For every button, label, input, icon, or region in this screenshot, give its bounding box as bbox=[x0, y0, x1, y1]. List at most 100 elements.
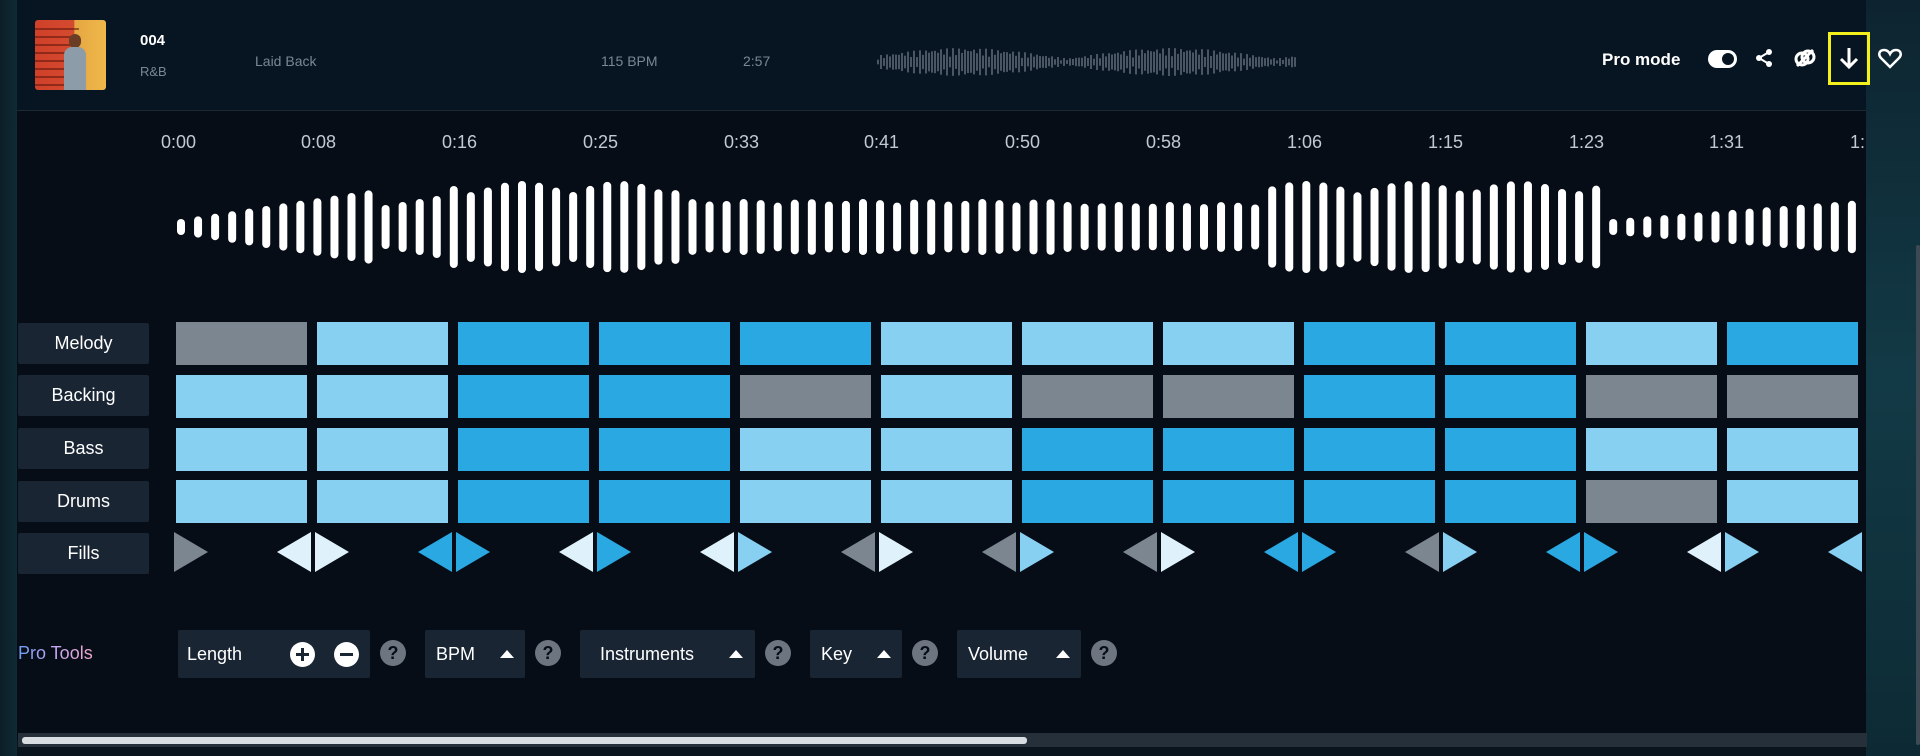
section-cell-melody[interactable] bbox=[317, 322, 448, 365]
fill-in-arrow[interactable] bbox=[559, 532, 593, 572]
download-icon[interactable] bbox=[1835, 44, 1863, 72]
instruments-dropdown[interactable]: Instruments bbox=[580, 630, 755, 678]
mini-waveform[interactable] bbox=[877, 42, 1297, 82]
section-cell-drums[interactable] bbox=[1445, 480, 1576, 523]
fill-in-arrow[interactable] bbox=[841, 532, 875, 572]
fill-out-arrow[interactable] bbox=[174, 532, 208, 572]
section-cell-drums[interactable] bbox=[1727, 480, 1858, 523]
section-cell-backing[interactable] bbox=[176, 375, 307, 418]
section-cell-backing[interactable] bbox=[1304, 375, 1435, 418]
section-cell-bass[interactable] bbox=[1163, 428, 1294, 471]
volume-dropdown[interactable]: Volume bbox=[957, 630, 1081, 678]
fill-out-arrow[interactable] bbox=[1443, 532, 1477, 572]
length-increase-button[interactable] bbox=[290, 642, 315, 667]
section-cell-drums[interactable] bbox=[458, 480, 589, 523]
section-cell-bass[interactable] bbox=[317, 428, 448, 471]
section-cell-backing[interactable] bbox=[317, 375, 448, 418]
fill-in-arrow[interactable] bbox=[1405, 532, 1439, 572]
section-cell-drums[interactable] bbox=[1586, 480, 1717, 523]
section-cell-melody[interactable] bbox=[740, 322, 871, 365]
section-cell-backing[interactable] bbox=[740, 375, 871, 418]
section-cell-drums[interactable] bbox=[599, 480, 730, 523]
section-cell-backing[interactable] bbox=[1163, 375, 1294, 418]
section-cell-drums[interactable] bbox=[1304, 480, 1435, 523]
fill-in-arrow[interactable] bbox=[982, 532, 1016, 572]
section-cell-drums[interactable] bbox=[881, 480, 1012, 523]
section-cell-backing[interactable] bbox=[1727, 375, 1858, 418]
fill-in-arrow[interactable] bbox=[1264, 532, 1298, 572]
fill-out-arrow[interactable] bbox=[1161, 532, 1195, 572]
fill-out-arrow[interactable] bbox=[1302, 532, 1336, 572]
page-scrollbar[interactable] bbox=[1916, 245, 1920, 745]
section-cell-melody[interactable] bbox=[1304, 322, 1435, 365]
caret-up-icon bbox=[1056, 650, 1070, 658]
heart-icon[interactable] bbox=[1876, 44, 1904, 72]
section-cell-melody[interactable] bbox=[1022, 322, 1153, 365]
fill-out-arrow[interactable] bbox=[738, 532, 772, 572]
section-cell-bass[interactable] bbox=[599, 428, 730, 471]
fill-in-arrow[interactable] bbox=[1123, 532, 1157, 572]
section-cell-drums[interactable] bbox=[317, 480, 448, 523]
section-cell-backing[interactable] bbox=[1022, 375, 1153, 418]
fill-out-arrow[interactable] bbox=[1725, 532, 1759, 572]
fill-in-arrow[interactable] bbox=[418, 532, 452, 572]
fill-in-arrow[interactable] bbox=[700, 532, 734, 572]
main-waveform[interactable] bbox=[172, 175, 1865, 280]
bpm-dropdown[interactable]: BPM bbox=[425, 630, 525, 678]
section-cell-drums[interactable] bbox=[1022, 480, 1153, 523]
section-cell-melody[interactable] bbox=[458, 322, 589, 365]
fill-out-arrow[interactable] bbox=[456, 532, 490, 572]
section-cell-backing[interactable] bbox=[1445, 375, 1576, 418]
section-cell-backing[interactable] bbox=[599, 375, 730, 418]
section-cell-backing[interactable] bbox=[1586, 375, 1717, 418]
track-duration: 2:57 bbox=[743, 53, 771, 69]
horizontal-scrollbar-thumb[interactable] bbox=[22, 737, 1027, 744]
section-cell-drums[interactable] bbox=[1163, 480, 1294, 523]
length-help-icon[interactable]: ? bbox=[380, 640, 406, 666]
volume-help-icon[interactable]: ? bbox=[1091, 640, 1117, 666]
instruments-help-icon[interactable]: ? bbox=[765, 640, 791, 666]
section-cell-melody[interactable] bbox=[176, 322, 307, 365]
fill-out-arrow[interactable] bbox=[315, 532, 349, 572]
fill-out-arrow[interactable] bbox=[879, 532, 913, 572]
pro-mode-toggle[interactable] bbox=[1708, 50, 1737, 68]
section-cell-melody[interactable] bbox=[599, 322, 730, 365]
fill-in-arrow[interactable] bbox=[1546, 532, 1580, 572]
link-off-icon[interactable] bbox=[1791, 44, 1819, 72]
track-label-fills: Fills bbox=[18, 533, 149, 574]
section-cell-backing[interactable] bbox=[458, 375, 589, 418]
section-cell-melody[interactable] bbox=[1445, 322, 1576, 365]
fill-in-arrow[interactable] bbox=[277, 532, 311, 572]
section-cell-melody[interactable] bbox=[881, 322, 1012, 365]
share-icon[interactable] bbox=[1750, 44, 1778, 72]
track-title: 004 bbox=[140, 32, 166, 49]
section-cell-bass[interactable] bbox=[176, 428, 307, 471]
length-decrease-button[interactable] bbox=[334, 642, 359, 667]
key-help-icon[interactable]: ? bbox=[912, 640, 938, 666]
time-marker: 0:16 bbox=[442, 132, 478, 152]
section-cell-melody[interactable] bbox=[1163, 322, 1294, 365]
bpm-help-icon[interactable]: ? bbox=[535, 640, 561, 666]
fill-out-arrow[interactable] bbox=[1584, 532, 1618, 572]
section-cell-melody[interactable] bbox=[1586, 322, 1717, 365]
track-label-drums: Drums bbox=[18, 481, 149, 522]
fill-in-arrow[interactable] bbox=[1687, 532, 1721, 572]
section-cell-drums[interactable] bbox=[176, 480, 307, 523]
section-cell-bass[interactable] bbox=[1445, 428, 1576, 471]
section-cell-melody[interactable] bbox=[1727, 322, 1858, 365]
section-cell-bass[interactable] bbox=[740, 428, 871, 471]
section-cell-bass[interactable] bbox=[1727, 428, 1858, 471]
fill-out-arrow[interactable] bbox=[597, 532, 631, 572]
section-cell-bass[interactable] bbox=[1304, 428, 1435, 471]
section-cell-bass[interactable] bbox=[1022, 428, 1153, 471]
fill-out-arrow[interactable] bbox=[1020, 532, 1054, 572]
instruments-label: Instruments bbox=[600, 644, 695, 664]
key-dropdown[interactable]: Key bbox=[810, 630, 902, 678]
editor-panel: 004 R&B Laid Back 115 BPM 2:57 Pro mode bbox=[17, 0, 1902, 740]
section-cell-bass[interactable] bbox=[458, 428, 589, 471]
section-cell-drums[interactable] bbox=[740, 480, 871, 523]
section-cell-bass[interactable] bbox=[1586, 428, 1717, 471]
section-cell-backing[interactable] bbox=[881, 375, 1012, 418]
fill-in-arrow[interactable] bbox=[1828, 532, 1862, 572]
section-cell-bass[interactable] bbox=[881, 428, 1012, 471]
